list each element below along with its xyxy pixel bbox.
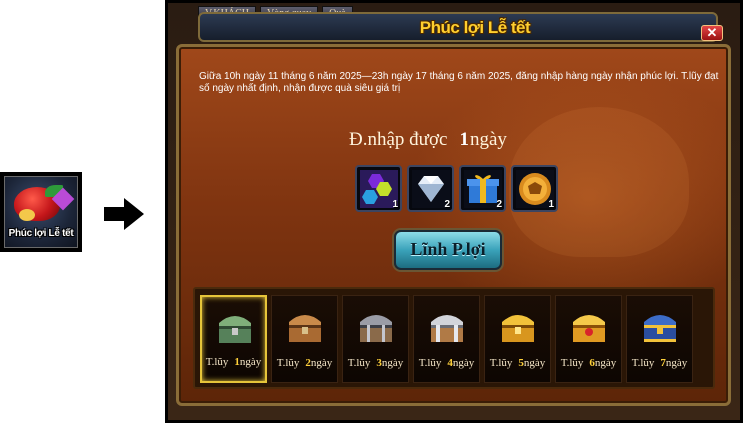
ornate-gold-chest-icon: [573, 315, 605, 342]
day-chest-6[interactable]: T.lũy 6ngày: [555, 295, 622, 383]
iron-chest-icon: [360, 315, 392, 342]
silver-chest-icon: [431, 315, 463, 342]
day-chest-5[interactable]: T.lũy 5ngày: [484, 295, 551, 383]
event-description: Giữa 10h ngày 11 tháng 6 năm 2025—23h ng…: [199, 71, 719, 94]
day-label: T.lũy 1ngày: [205, 356, 262, 368]
day-chest-1[interactable]: T.lũy 1ngày: [200, 295, 267, 383]
arrow-right-icon: [104, 198, 144, 230]
reward-slot[interactable]: 1: [355, 165, 402, 212]
reward-qty: 1: [548, 199, 554, 210]
event-icon-tile[interactable]: Phúc lợi Lễ tết: [0, 172, 82, 252]
event-icon-art: Phúc lợi Lễ tết: [4, 176, 78, 248]
day-label: T.lũy 7ngày: [631, 357, 688, 369]
close-button[interactable]: ✕: [701, 25, 723, 41]
day-chest-7[interactable]: T.lũy 7ngày: [626, 295, 693, 383]
reward-slot[interactable]: 2: [407, 165, 454, 212]
claim-reward-button[interactable]: Lĩnh P.lợi: [394, 230, 502, 270]
wooden-chest-icon: [289, 315, 321, 342]
reward-list: 1 2 2 1: [355, 165, 558, 212]
day-label: T.lũy 4ngày: [418, 357, 475, 369]
login-label: Đ.nhập được: [349, 129, 448, 150]
reward-slot[interactable]: 2: [459, 165, 506, 212]
reward-qty: 2: [496, 199, 502, 210]
day-chest-3[interactable]: T.lũy 3ngày: [342, 295, 409, 383]
blue-gold-chest-icon: [644, 315, 676, 342]
login-days-count: 1: [459, 129, 469, 150]
day-chest-2[interactable]: T.lũy 2ngày: [271, 295, 338, 383]
title-bar: Phúc lợi Lễ tết: [198, 12, 718, 42]
content-panel: Giữa 10h ngày 11 tháng 6 năm 2025—23h ng…: [176, 44, 731, 406]
cumulative-days-strip: T.lũy 1ngày T.lũy 2ngày T.lũy 3ngày T.lũ…: [193, 287, 715, 389]
day-label: T.lũy 3ngày: [347, 357, 404, 369]
reward-slot[interactable]: 1: [511, 165, 558, 212]
event-icon-label: Phúc lợi Lễ tết: [8, 228, 74, 239]
day-label: T.lũy 6ngày: [560, 357, 617, 369]
lantern-glow-icon: [19, 209, 35, 221]
reward-qty: 1: [392, 199, 398, 210]
login-days-unit: ngày: [469, 129, 507, 150]
gold-chest-icon: [502, 315, 534, 342]
window-title: Phúc lợi Lễ tết: [419, 18, 531, 37]
day-label: T.lũy 5ngày: [489, 357, 546, 369]
login-count: Đ.nhập được 1ngày: [349, 129, 569, 151]
green-chest-icon: [219, 316, 251, 343]
reward-qty: 2: [444, 199, 450, 210]
day-label: T.lũy 2ngày: [276, 357, 333, 369]
day-chest-4[interactable]: T.lũy 4ngày: [413, 295, 480, 383]
event-window: V.KHÁCH Vòng quay Quà Phúc lợi Lễ tết ✕ …: [165, 0, 743, 423]
